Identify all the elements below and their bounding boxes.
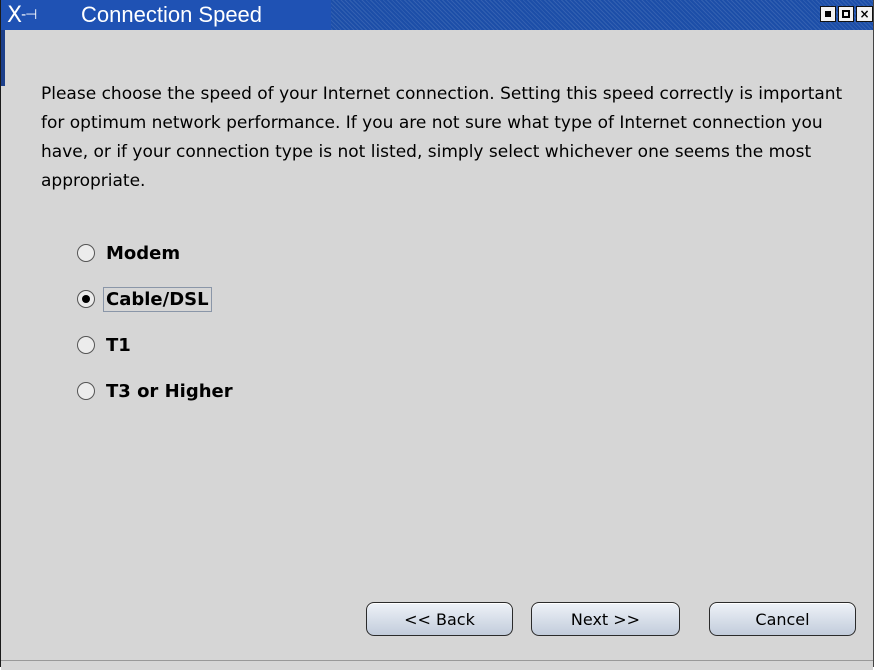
minimize-button[interactable] <box>820 6 836 22</box>
window-menu-icon[interactable]: X-⊣ <box>7 3 43 28</box>
connection-speed-options: Modem Cable/DSL T1 T3 or Higher <box>77 230 236 414</box>
t1-label[interactable]: T1 <box>103 333 134 358</box>
modem-radio[interactable] <box>77 244 95 262</box>
title-bar[interactable]: X-⊣ Connection Speed × <box>1 0 873 30</box>
pin-icon: -⊣ <box>21 7 37 23</box>
t1-radio[interactable] <box>77 336 95 354</box>
option-t1[interactable]: T1 <box>77 322 236 368</box>
radio-selected-dot <box>82 295 90 303</box>
connection-speed-dialog: X-⊣ Connection Speed × Please choose the… <box>0 0 874 670</box>
option-modem[interactable]: Modem <box>77 230 236 276</box>
cable-dsl-radio[interactable] <box>77 290 95 308</box>
close-icon: × <box>859 7 870 21</box>
modem-label[interactable]: Modem <box>103 241 183 266</box>
cable-dsl-label[interactable]: Cable/DSL <box>103 286 212 312</box>
window-frame-accent <box>1 30 5 86</box>
x-logo-icon: X <box>7 3 22 28</box>
option-t3-or-higher[interactable]: T3 or Higher <box>77 368 236 414</box>
back-button[interactable]: << Back <box>366 602 513 636</box>
instructions-text: Please choose the speed of your Internet… <box>41 84 843 191</box>
cancel-button[interactable]: Cancel <box>709 602 856 636</box>
close-button[interactable]: × <box>856 6 873 22</box>
window-title: Connection Speed <box>81 2 263 27</box>
t3-label[interactable]: T3 or Higher <box>103 379 236 404</box>
next-button[interactable]: Next >> <box>531 602 680 636</box>
minimize-icon <box>825 11 831 17</box>
option-cable-dsl[interactable]: Cable/DSL <box>77 276 236 322</box>
maximize-icon <box>842 10 850 18</box>
maximize-button[interactable] <box>838 6 854 22</box>
t3-radio[interactable] <box>77 382 95 400</box>
